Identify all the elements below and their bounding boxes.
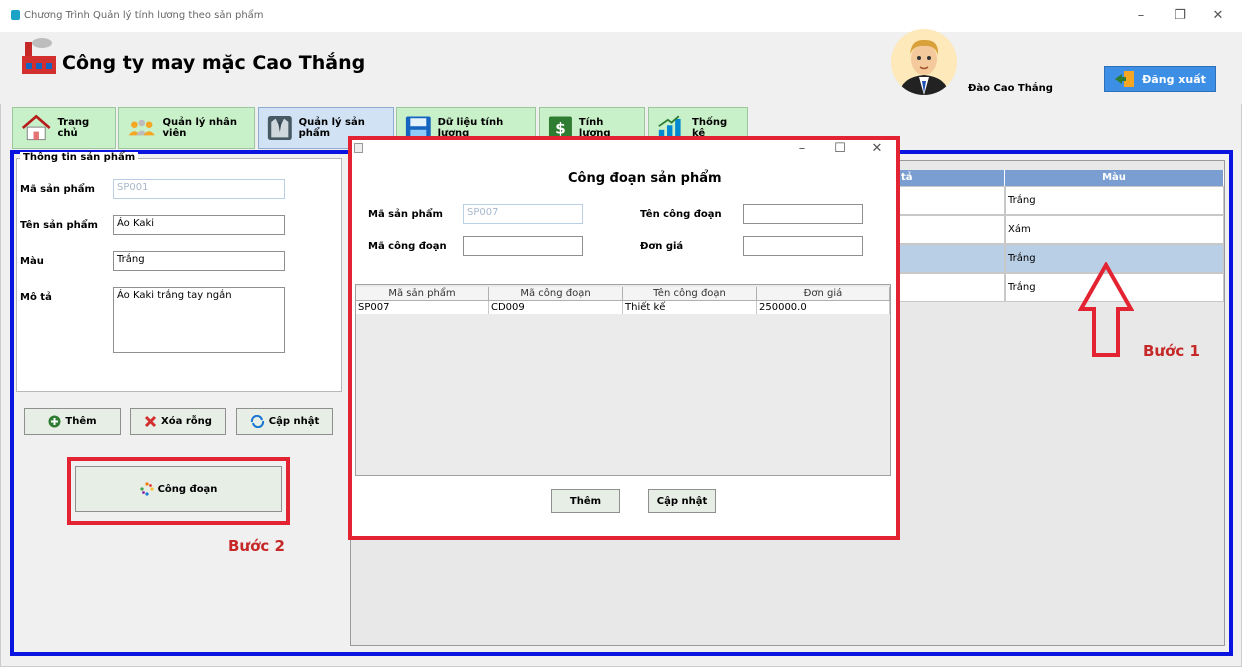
stages-label: Công đoạn	[157, 483, 218, 495]
table-header-color: Màu	[1005, 170, 1224, 186]
dialog-update-button[interactable]: Cập nhật	[648, 489, 716, 513]
logout-label: Đăng xuất	[1142, 72, 1206, 86]
step2-annotation: Bước 2	[228, 537, 285, 555]
product-code-label: Mã sản phẩm	[20, 184, 95, 195]
table-header-desc: tả	[897, 170, 1005, 186]
stage-code-field[interactable]	[463, 236, 583, 256]
close-icon[interactable]: ✕	[1205, 6, 1231, 26]
tab-label: Quản lý nhân viên	[162, 117, 238, 139]
door-exit-icon	[1115, 71, 1135, 87]
table-cell[interactable]: CD009	[489, 301, 623, 314]
product-color-field[interactable]: Trắng	[113, 251, 285, 271]
tab-employees[interactable]: Quản lý nhân viên	[118, 107, 255, 149]
factory-logo-icon	[22, 38, 56, 74]
clear-button[interactable]: Xóa rỗng	[130, 408, 226, 435]
table-cell[interactable]	[897, 244, 1005, 273]
table-cell[interactable]	[897, 273, 1005, 302]
update-button[interactable]: Cập nhật	[236, 408, 333, 435]
table-cell[interactable]: SP007	[356, 301, 489, 314]
product-desc-label: Mô tả	[20, 292, 52, 303]
people-icon	[128, 119, 155, 136]
up-arrow-icon	[1078, 262, 1134, 357]
stages-button[interactable]: Công đoạn	[75, 466, 282, 512]
username: Đào Cao Thắng	[968, 83, 1053, 94]
add-button[interactable]: Thêm	[24, 408, 121, 435]
stage-name-label: Tên công đoạn	[640, 209, 722, 220]
table-row[interactable]: Trắng	[1005, 186, 1224, 215]
table-cell[interactable]: Thiết kế	[623, 301, 757, 314]
dialog-code-field[interactable]: SP007	[463, 204, 583, 224]
table-header: Mã công đoạn	[489, 287, 623, 301]
minimize-icon[interactable]: –	[1128, 6, 1154, 26]
price-field[interactable]	[743, 236, 863, 256]
restore-icon[interactable]: ❐	[1167, 6, 1193, 26]
table-cell[interactable]	[897, 186, 1005, 215]
product-code-field[interactable]: SP001	[113, 179, 285, 199]
step1-annotation: Bước 1	[1143, 342, 1200, 360]
avatar	[891, 29, 957, 95]
dialog-title: Công đoạn sản phẩm	[568, 171, 722, 186]
tab-home[interactable]: Trang chủ	[12, 107, 116, 149]
company-name: Công ty may mặc Cao Thắng	[62, 52, 366, 74]
table-cell[interactable]	[897, 215, 1005, 244]
window-title: Chương Trình Quản lý tính lương theo sản…	[24, 10, 264, 21]
table-row[interactable]: Xám	[1005, 215, 1224, 244]
stage-name-field[interactable]	[743, 204, 863, 224]
minimize-icon[interactable]: –	[789, 139, 815, 159]
table-header: Mã sản phẩm	[356, 287, 489, 301]
house-icon	[21, 114, 51, 141]
logout-button[interactable]: Đăng xuất	[1104, 66, 1216, 92]
table-header: Đơn giá	[757, 287, 890, 301]
suit-icon	[267, 116, 292, 140]
clear-label: Xóa rỗng	[161, 416, 212, 427]
table-cell[interactable]: 250000.0	[757, 301, 890, 314]
dialog-add-button[interactable]: Thêm	[551, 489, 620, 513]
stage-code-label: Mã công đoạn	[368, 241, 447, 252]
product-name-field[interactable]: Áo Kaki	[113, 215, 285, 235]
product-name-label: Tên sản phẩm	[20, 220, 98, 231]
price-label: Đơn giá	[640, 241, 684, 252]
dialog-add-label: Thêm	[569, 495, 602, 507]
user-portrait-icon	[899, 39, 949, 95]
loading-spinner-icon	[139, 482, 154, 496]
table-header: Tên công đoạn	[623, 287, 757, 301]
app-icon	[11, 10, 20, 20]
update-label: Cập nhật	[268, 416, 320, 427]
product-color-label: Màu	[20, 256, 44, 267]
tab-label: Trang chủ	[57, 117, 90, 139]
dialog-update-label: Cập nhật	[656, 495, 708, 507]
refresh-icon	[250, 415, 264, 428]
close-icon[interactable]: ✕	[864, 139, 890, 159]
maximize-icon[interactable]: ☐	[827, 139, 853, 159]
panel-title: Thông tin sản phẩm	[20, 152, 139, 163]
add-label: Thêm	[65, 416, 97, 427]
dialog-code-label: Mã sản phẩm	[368, 209, 443, 220]
product-desc-field[interactable]: Áo Kaki trắng tay ngắn	[113, 287, 285, 353]
red-x-icon	[144, 415, 157, 428]
java-icon	[354, 143, 363, 153]
plus-icon	[48, 415, 61, 428]
